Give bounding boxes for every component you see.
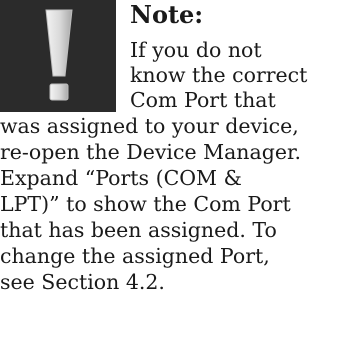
exclamation-icon	[0, 0, 116, 112]
note-text-line: If you do not	[130, 38, 262, 62]
note-text-line: re-open the Device Manager.	[0, 140, 302, 164]
note-title: Note:	[130, 0, 204, 29]
note-text-line: see Section 4.2.	[0, 270, 165, 294]
note-text-line: know the correct	[130, 63, 308, 87]
note-text-line: that has been assigned. To	[0, 218, 277, 242]
note-text-line: Expand “Ports (COM &	[0, 166, 242, 190]
note-text-line: was assigned to your device,	[0, 114, 299, 138]
note-text-line: LPT)” to show the Com Port	[0, 192, 291, 216]
note-text-line: Com Port that	[130, 88, 276, 112]
note-text-line: change the assigned Port,	[0, 244, 270, 268]
